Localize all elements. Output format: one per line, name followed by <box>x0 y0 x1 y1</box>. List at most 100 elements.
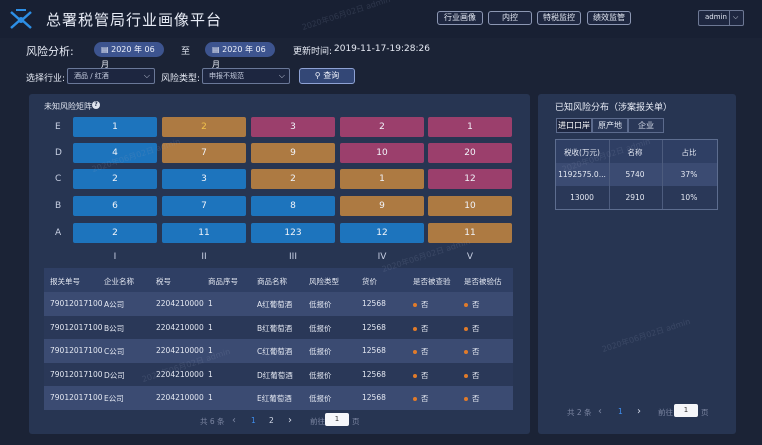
matrix-cell[interactable]: 12 <box>340 223 424 243</box>
matrix-cell[interactable]: 11 <box>428 223 512 243</box>
pager-total: 共 6 条 <box>200 417 225 426</box>
status-dot-icon <box>413 326 417 331</box>
matrix-cell[interactable]: 3 <box>162 169 246 189</box>
table-cell-text: 否 <box>472 370 480 380</box>
table-cell: 79012017100( <box>50 393 102 403</box>
table-header-cell: 报关单号 <box>50 277 80 286</box>
pager-page-2[interactable]: 2 <box>269 416 274 425</box>
matrix-cell[interactable]: 1 <box>73 117 157 137</box>
table-cell: A红葡萄酒 <box>257 300 293 309</box>
known-risk-cell: 37% <box>680 170 698 179</box>
pager-page-1[interactable]: 1 <box>251 416 256 425</box>
table-cell-flag: 否 <box>464 299 480 310</box>
table-cell-flag: 否 <box>413 393 429 404</box>
table-header-cell: 税号 <box>156 277 171 286</box>
date-from-picker[interactable]: ▤ 2020 年 06 月 <box>94 42 164 69</box>
right-pager-goto-label: 前往 <box>658 408 673 417</box>
matrix-cell[interactable]: 3 <box>251 117 335 137</box>
matrix-cell[interactable]: 2 <box>73 169 157 189</box>
matrix-cell[interactable]: 11 <box>162 223 246 243</box>
table-row[interactable]: 79012017100(E公司 2204210000 1 E红葡萄酒 低报价 12568 否… <box>44 386 513 410</box>
table-cell: C公司 <box>104 347 125 357</box>
nav-internal-control[interactable]: 内控 <box>488 11 532 25</box>
matrix-cell[interactable]: 20 <box>428 143 512 163</box>
right-pager-page-unit: 页 <box>701 408 709 417</box>
matrix-column-label: II <box>201 252 207 262</box>
query-button-label: 查询 <box>323 71 340 80</box>
user-menu[interactable]: admin ⌵ <box>698 10 744 26</box>
update-time-label: 更新时间: <box>293 47 333 57</box>
matrix-cell[interactable]: 2 <box>340 117 424 137</box>
table-cell-flag: 否 <box>413 323 429 334</box>
status-dot-icon <box>413 350 417 355</box>
status-dot-icon <box>464 326 468 331</box>
matrix-cell[interactable]: 9 <box>340 196 424 216</box>
logo-icon <box>8 8 34 30</box>
matrix-title: 未知风险矩阵 <box>44 102 92 111</box>
matrix-cell[interactable]: 123 <box>251 223 335 243</box>
status-dot-icon <box>464 303 468 307</box>
table-header-cell: 是否被验估 <box>464 277 502 286</box>
matrix-cell[interactable]: 8 <box>251 196 335 216</box>
right-pager-goto-input[interactable]: 1 <box>674 404 698 417</box>
table-cell: 12568 <box>362 393 386 403</box>
matrix-column-label: III <box>289 252 297 262</box>
query-button[interactable]: ⚲ 查询 <box>299 68 355 84</box>
table-row[interactable]: 79012017100(D公司 2204210000 1 D红葡萄酒 低报价 12568 否… <box>44 362 513 387</box>
matrix-cell[interactable]: 2 <box>73 223 157 243</box>
tab-import-port[interactable]: 进口口岸 <box>556 118 592 133</box>
nav-industry-profile[interactable]: 行业画像 <box>437 11 483 25</box>
matrix-cell[interactable]: 6 <box>73 196 157 216</box>
table-cell: 1 <box>208 322 213 332</box>
table-cell: 79012017100( <box>50 369 102 379</box>
nav-special-tax-monitor[interactable]: 特税监控 <box>537 11 581 25</box>
table-cell: D红葡萄酒 <box>257 370 293 380</box>
nav-performance-monitor[interactable]: 绩效监管 <box>587 11 631 25</box>
table-header-cell: 企业名称 <box>104 277 134 286</box>
matrix-cell[interactable]: 1 <box>428 117 512 137</box>
matrix-cell[interactable]: 10 <box>340 143 424 163</box>
table-cell: 2204210000 <box>156 346 204 356</box>
risk-type-select[interactable]: 申报不规范 ⌵ <box>202 68 290 84</box>
table-row[interactable]: 79012017100(A公司 2204210000 1 A红葡萄酒 低报价 12568 否… <box>44 292 513 316</box>
matrix-cell[interactable]: 12 <box>428 169 512 189</box>
search-icon: ⚲ <box>314 71 324 80</box>
matrix-cell[interactable]: 2 <box>162 117 246 137</box>
table-header-cell: 商品序号 <box>208 277 238 286</box>
pager-next-button[interactable]: › <box>288 415 292 426</box>
table-cell-text: 否 <box>472 300 480 309</box>
table-cell-text: 否 <box>472 394 480 404</box>
matrix-row-label: E <box>55 122 61 132</box>
pager-goto-input[interactable]: 1 <box>325 413 349 426</box>
matrix-cell[interactable]: 1 <box>340 169 424 189</box>
right-pager-prev-button[interactable]: ‹ <box>598 406 602 417</box>
app-title: 总署税管局行业画像平台 <box>46 11 223 29</box>
table-cell: 79012017100( <box>50 299 102 308</box>
table-cell: 79012017100( <box>50 346 102 356</box>
matrix-cell[interactable]: 10 <box>428 196 512 216</box>
table-cell-flag: 否 <box>413 299 429 310</box>
known-risk-cell: 10% <box>680 193 698 202</box>
table-cell: 1 <box>208 393 213 403</box>
table-row[interactable]: 79012017100(B公司 2204210000 1 B红葡萄酒 低报价 12568 否… <box>44 315 513 340</box>
calendar-icon: ▤ <box>101 45 112 54</box>
table-cell: 12568 <box>362 322 386 332</box>
right-pager-page-1[interactable]: 1 <box>618 407 623 416</box>
help-icon[interactable]: ? <box>92 101 100 109</box>
matrix-cell[interactable]: 7 <box>162 196 246 216</box>
table-row[interactable]: 79012017100(C公司 2204210000 1 C红葡萄酒 低报价 12568 否… <box>44 339 513 363</box>
industry-select[interactable]: 酒品 / 红酒 ⌵ <box>67 68 155 84</box>
tab-origin[interactable]: 原产地 <box>592 118 628 133</box>
status-dot-icon <box>413 303 417 307</box>
right-pager-next-button[interactable]: › <box>637 406 641 417</box>
table-cell-text: 否 <box>421 347 429 357</box>
tab-enterprise[interactable]: 企业 <box>628 118 664 133</box>
known-risk-cell: 13000 <box>570 193 594 202</box>
matrix-cell[interactable]: 2 <box>251 169 335 189</box>
known-risk-title: 已知风险分布（涉案报关单） <box>555 103 673 113</box>
risk-analysis-label: 风险分析: <box>26 45 74 58</box>
matrix-cell[interactable]: 9 <box>251 143 335 163</box>
date-to-picker[interactable]: ▤ 2020 年 06 月 <box>205 42 275 69</box>
pager-prev-button[interactable]: ‹ <box>232 415 236 426</box>
industry-select-value: 酒品 / 红酒 <box>74 72 109 80</box>
